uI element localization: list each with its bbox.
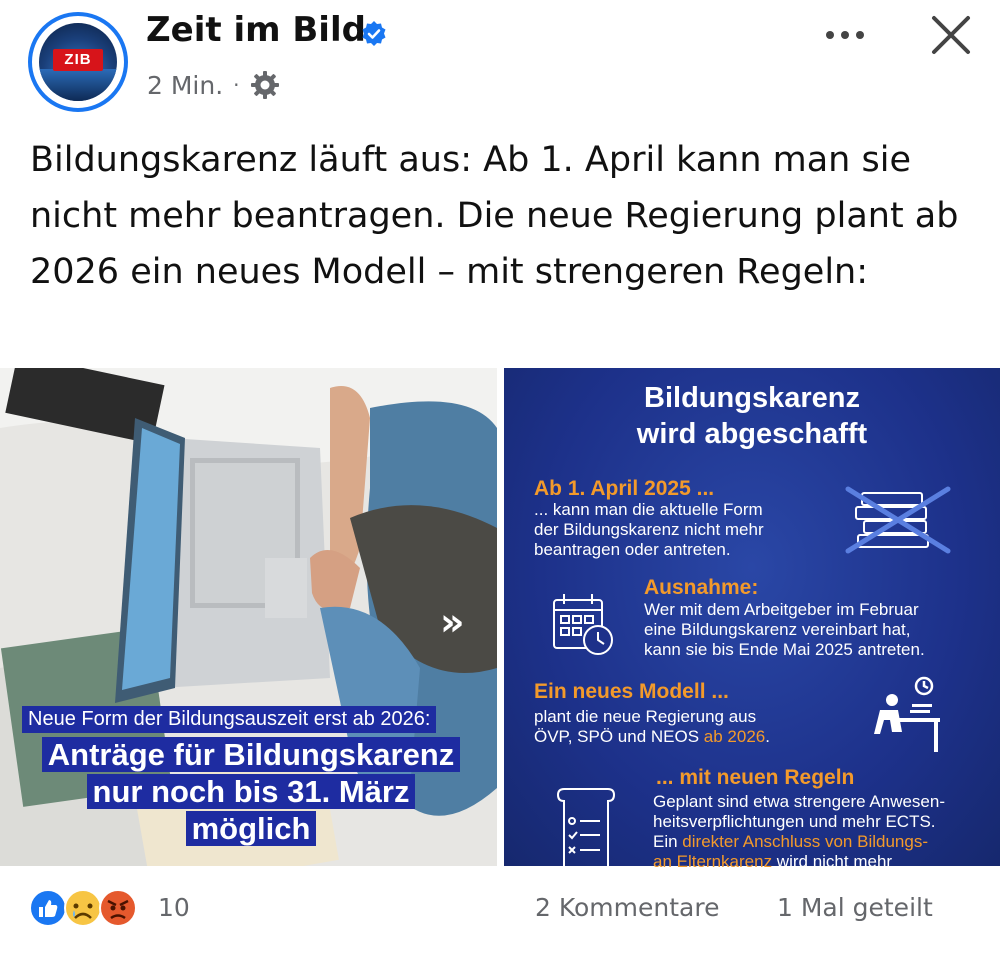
checklist-scroll-icon	[556, 788, 616, 866]
calendar-clock-icon	[553, 594, 613, 655]
text-line: eine Bildungskarenz vereinbart hat,	[644, 620, 911, 639]
text-line: kann sie bis Ende Mai 2025 antreten.	[644, 640, 925, 659]
reaction-count[interactable]: 10	[158, 893, 190, 922]
text-line: an Elternkarenz wird nicht mehr	[653, 852, 945, 872]
highlight-text: ab 2026	[703, 727, 766, 746]
infographic-title-line: Bildungskarenz	[644, 382, 860, 414]
text-line: ... kann man die aktuelle Form	[534, 500, 763, 519]
section3-heading: Ein neues Modell ...	[534, 680, 729, 703]
text-line: plant die neue Regierung aus	[534, 707, 757, 726]
post-meta: 2 Min. ·	[147, 70, 280, 100]
section1-heading: Ab 1. April 2025 ...	[534, 477, 715, 500]
text-segment: wird nicht mehr	[772, 852, 893, 871]
text-line: heitsverpflichtungen und mehr ECTS.	[653, 812, 936, 831]
meta-separator: ·	[233, 73, 240, 97]
text-line: ÖVP, SPÖ und NEOS ab 2026.	[534, 727, 770, 747]
text-line: der Bildungskarenz nicht mehr	[534, 520, 764, 539]
text-line: Geplant sind etwa strengere Anwesen-	[653, 792, 946, 811]
media-headline: Anträge für Bildungskarenz nur noch bis …	[36, 736, 466, 847]
headline-line: Anträge für Bildungskarenz	[41, 737, 461, 772]
highlight-text: direkter Anschluss von Bildungs-	[682, 832, 928, 851]
section4-text: Geplant sind etwa strengere Anwesen- hei…	[653, 792, 945, 872]
shares-count[interactable]: 1 Mal geteilt	[777, 893, 933, 922]
reaction-icons[interactable]	[28, 888, 158, 928]
person-at-desk-icon	[874, 676, 940, 752]
text-line: Wer mit dem Arbeitgeber im Februar	[644, 600, 919, 619]
highlight-text: an Elternkarenz	[653, 852, 773, 871]
post-text: Bildungskarenz läuft aus: Ab 1. April ka…	[30, 140, 959, 292]
page-name[interactable]: Zeit im Bild	[146, 10, 366, 50]
avatar-image: ZIB	[39, 23, 117, 101]
section2-heading: Ausnahme:	[644, 576, 759, 599]
headline-line: möglich	[185, 811, 317, 846]
text-segment: .	[765, 727, 770, 746]
crossed-books-icon	[845, 486, 951, 554]
more-dots-icon[interactable]	[820, 20, 870, 50]
verified-badge-icon	[362, 21, 386, 46]
zib-logo: ZIB	[53, 49, 103, 71]
section2-text: Wer mit dem Arbeitgeber im Februar eine …	[644, 600, 925, 660]
text-segment: ÖVP, SPÖ und NEOS	[534, 727, 704, 746]
double-chevron-right-icon[interactable]: »	[440, 600, 465, 644]
section3-text: plant die neue Regierung aus ÖVP, SPÖ un…	[534, 707, 770, 747]
infographic-title: Bildungskarenz wird abgeschafft	[504, 380, 1000, 452]
close-icon[interactable]	[928, 12, 974, 58]
text-line: beantragen oder antreten.	[534, 540, 731, 559]
section4-heading: ... mit neuen Regeln	[656, 766, 855, 789]
infographic-title-line: wird abgeschafft	[636, 418, 868, 450]
headline-line: nur noch bis 31. März	[86, 774, 416, 809]
text-line: Ein direkter Anschluss von Bildungs-	[653, 832, 945, 852]
media-caption-tag: Neue Form der Bildungsauszeit erst ab 20…	[22, 706, 437, 733]
angry-icon	[99, 889, 137, 927]
like-icon	[29, 889, 67, 927]
text-segment: Ein	[653, 832, 683, 851]
comments-count[interactable]: 2 Kommentare	[535, 893, 719, 922]
page-avatar[interactable]: ZIB	[28, 12, 128, 112]
gear-icon[interactable]	[250, 70, 280, 100]
section1-text: ... kann man die aktuelle Form der Bildu…	[534, 500, 764, 560]
sad-icon	[64, 889, 102, 927]
post-timestamp[interactable]: 2 Min.	[147, 71, 223, 100]
